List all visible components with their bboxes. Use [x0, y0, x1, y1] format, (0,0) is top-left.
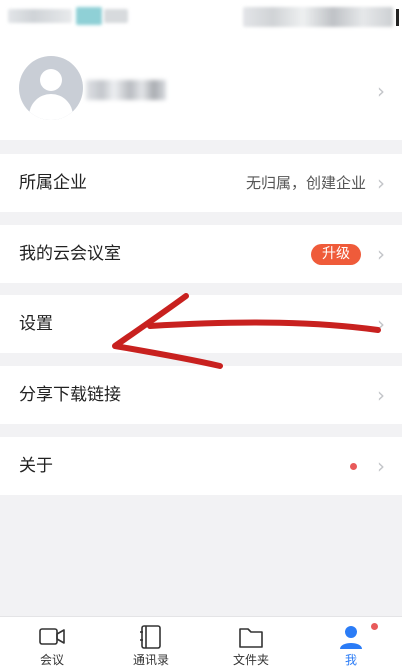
tab-me[interactable]: 我 [301, 617, 401, 669]
video-camera-icon [39, 628, 65, 645]
chevron-right-icon [374, 247, 388, 261]
tab-label: 会议 [39, 653, 64, 667]
profile-card[interactable] [0, 34, 402, 140]
chevron-right-icon [374, 459, 388, 473]
upgrade-badge[interactable]: 升级 [311, 244, 361, 265]
menu-item-cloud-room[interactable]: 我的云会议室 升级 [0, 225, 402, 283]
notification-dot [350, 463, 357, 470]
status-bar-right-blur [243, 7, 393, 27]
menu-item-label: 所属企业 [19, 173, 87, 193]
menu-item-settings[interactable]: 设置 [0, 295, 402, 353]
profile-name [86, 80, 166, 100]
tab-folder[interactable]: 文件夹 [201, 617, 301, 669]
me-page: 所属企业 无归属，创建企业 我的云会议室 升级 设置 分享下载链接 关于 [0, 0, 402, 669]
chevron-right-icon [374, 176, 388, 190]
menu-item-label: 我的云会议室 [19, 244, 121, 264]
status-bar [0, 0, 402, 34]
person-icon [340, 626, 362, 649]
notification-dot [371, 623, 378, 630]
chevron-right-icon [374, 317, 388, 331]
menu-item-label: 关于 [19, 456, 53, 476]
status-bar-edge [396, 9, 399, 26]
folder-icon [239, 628, 263, 648]
avatar[interactable] [19, 56, 83, 120]
tab-label: 文件夹 [232, 653, 269, 667]
enterprise-value: 无归属，创建企业 [245, 174, 366, 192]
menu-item-about[interactable]: 关于 [0, 437, 402, 495]
chevron-right-icon [374, 388, 388, 402]
chevron-right-icon [374, 84, 388, 98]
menu-item-enterprise[interactable]: 所属企业 无归属，创建企业 [0, 154, 402, 212]
tab-contacts[interactable]: 通讯录 [101, 617, 201, 669]
menu-item-label: 分享下载链接 [19, 385, 121, 405]
tab-label: 我 [344, 653, 357, 667]
tab-meetings[interactable]: 会议 [2, 617, 102, 669]
menu-item-share-link[interactable]: 分享下载链接 [0, 366, 402, 424]
tab-label: 通讯录 [132, 653, 169, 667]
avatar-body-shape [29, 94, 73, 120]
bottom-tab-bar: 会议 通讯录 文件夹 我 [0, 616, 402, 669]
menu-item-label: 设置 [19, 314, 53, 334]
contacts-book-icon [140, 625, 161, 649]
status-bar-icon-blur [76, 7, 102, 25]
status-bar-mid-blur [104, 9, 128, 23]
status-bar-left-blur [8, 9, 72, 23]
avatar-head-shape [40, 69, 62, 91]
